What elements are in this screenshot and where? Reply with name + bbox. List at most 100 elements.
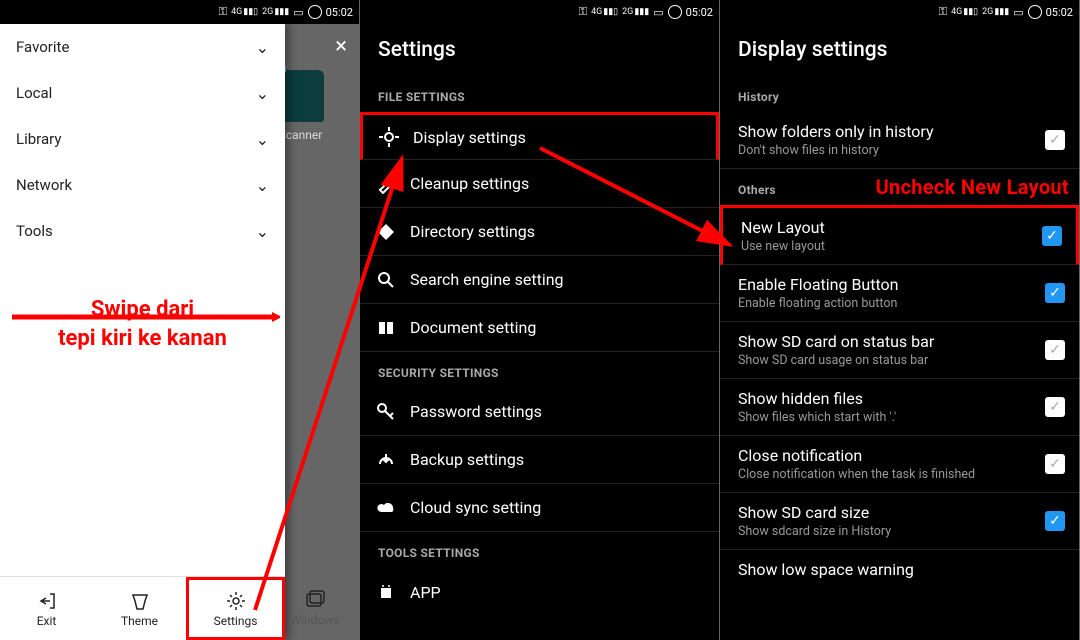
item-label: Backup settings [410, 450, 703, 469]
sd-size-row[interactable]: Show SD card size Show sdcard size in Hi… [720, 493, 1079, 550]
theme-icon [129, 590, 151, 612]
checkbox[interactable]: ✓ [1045, 130, 1065, 150]
item-label: APP [410, 583, 703, 602]
row-subtitle: Enable floating action button [738, 296, 1035, 311]
gear-icon [225, 590, 247, 612]
item-label: Cloud sync setting [410, 498, 703, 517]
low-space-row[interactable]: Show low space warning [720, 550, 1079, 589]
status-bar: ⚿ 4G▮▮▯ 2G▮▮▮ ▭ 05:02 [720, 0, 1079, 24]
directory-settings-item[interactable]: Directory settings [360, 208, 719, 256]
drawer-item-tools[interactable]: Tools ⌄ [0, 208, 285, 254]
item-label: Display settings [413, 128, 700, 147]
item-label: Cleanup settings [410, 174, 703, 193]
checkbox[interactable]: ✓ [1045, 454, 1065, 474]
bottom-label: Settings [214, 614, 258, 628]
row-subtitle: Show sdcard size in History [738, 524, 1035, 539]
checkbox[interactable]: ✓ [1042, 226, 1062, 246]
android-icon [376, 582, 396, 602]
new-layout-row[interactable]: New Layout Use new layout ✓ [720, 205, 1079, 265]
broom-icon [376, 174, 396, 194]
chevron-down-icon: ⌄ [256, 38, 269, 57]
item-label: Document setting [410, 318, 703, 337]
page-title: Settings [360, 24, 719, 76]
battery-icon: ▭ [293, 6, 303, 19]
phone-3: ⚿ 4G▮▮▯ 2G▮▮▮ ▭ 05:02 Display settings H… [720, 0, 1080, 640]
windows-button[interactable]: Windows [285, 576, 345, 640]
checkbox[interactable]: ✓ [1045, 511, 1065, 531]
row-title: Show hidden files [738, 389, 1035, 408]
bottom-label: Windows [290, 613, 339, 627]
close-notification-row[interactable]: Close notification Close notification wh… [720, 436, 1079, 493]
checkbox[interactable]: ✓ [1045, 397, 1065, 417]
navigation-drawer: Favorite ⌄ Local ⌄ Library ⌄ Network ⌄ T… [0, 24, 285, 640]
exit-icon [36, 590, 58, 612]
floating-button-row[interactable]: Enable Floating Button Enable floating a… [720, 265, 1079, 322]
backup-settings-item[interactable]: Backup settings [360, 436, 719, 484]
clock: 05:02 [326, 6, 353, 19]
drawer-item-local[interactable]: Local ⌄ [0, 70, 285, 116]
sd-statusbar-row[interactable]: Show SD card on status bar Show SD card … [720, 322, 1079, 379]
row-title: Enable Floating Button [738, 275, 1035, 294]
chevron-down-icon: ⌄ [256, 130, 269, 149]
item-label: Search engine setting [410, 270, 703, 289]
drawer-item-network[interactable]: Network ⌄ [0, 162, 285, 208]
display-settings-item[interactable]: Display settings [360, 112, 719, 160]
history-folders-row[interactable]: Show folders only in history Don't show … [720, 112, 1079, 169]
wifi-icon: ⚿ [579, 5, 587, 19]
page-title: Display settings [720, 24, 1079, 76]
settings-button[interactable]: Settings [186, 577, 285, 640]
wifi-icon: ⚿ [939, 5, 947, 19]
drawer-item-label: Favorite [16, 38, 69, 56]
search-engine-item[interactable]: Search engine setting [360, 256, 719, 304]
row-title: Close notification [738, 446, 1035, 465]
book-icon [376, 318, 396, 338]
drawer-item-label: Library [16, 130, 61, 148]
bottom-label: Theme [121, 614, 158, 628]
phone-1: ⚿ 4G▮▮▯ 2G▮▮▮ ▭ 05:02 × airdroid AutoInp… [0, 0, 360, 640]
signal-4g: 4G▮▮▯ [231, 7, 258, 17]
row-title: Show low space warning [738, 560, 1065, 579]
hidden-files-row[interactable]: Show hidden files Show files which start… [720, 379, 1079, 436]
status-bar: ⚿ 4G▮▮▯ 2G▮▮▮ ▭ 05:02 [0, 0, 359, 24]
theme-button[interactable]: Theme [93, 577, 186, 640]
row-subtitle: Don't show files in history [738, 143, 1035, 158]
gear-icon [379, 127, 399, 147]
wifi-icon: ⚿ [219, 5, 227, 19]
password-settings-item[interactable]: Password settings [360, 388, 719, 436]
cloud-sync-item[interactable]: Cloud sync setting [360, 484, 719, 532]
bottom-label: Exit [37, 614, 57, 628]
cloud-icon [376, 498, 396, 518]
drawer-bottom-bar: Exit Theme Settings [0, 576, 285, 640]
close-icon[interactable]: × [335, 34, 347, 59]
cleanup-settings-item[interactable]: Cleanup settings [360, 160, 719, 208]
section-header: SECURITY SETTINGS [360, 352, 719, 388]
chevron-down-icon: ⌄ [256, 84, 269, 103]
checkbox[interactable]: ✓ [1045, 340, 1065, 360]
exit-button[interactable]: Exit [0, 577, 93, 640]
uncheck-annotation: Uncheck New Layout [876, 175, 1069, 199]
key-icon [376, 402, 396, 422]
checkbox[interactable]: ✓ [1045, 283, 1065, 303]
row-title: New Layout [741, 218, 1032, 237]
circle-icon [308, 5, 322, 19]
windows-icon [304, 589, 326, 611]
drawer-item-favorite[interactable]: Favorite ⌄ [0, 24, 285, 70]
phone-2: ⚿ 4G▮▮▯ 2G▮▮▮ ▭ 05:02 Settings FILE SETT… [360, 0, 720, 640]
drawer-item-label: Local [16, 84, 52, 102]
swipe-annotation-text: Swipe dari tepi kiri ke kanan [10, 296, 275, 353]
search-icon [376, 270, 396, 290]
drawer-item-library[interactable]: Library ⌄ [0, 116, 285, 162]
row-title: Show SD card on status bar [738, 332, 1035, 351]
directory-icon [376, 222, 396, 242]
document-setting-item[interactable]: Document setting [360, 304, 719, 352]
chevron-down-icon: ⌄ [256, 176, 269, 195]
item-label: Directory settings [410, 222, 703, 241]
row-title: Show folders only in history [738, 122, 1035, 141]
signal-2g: 2G▮▮▮ [262, 7, 289, 17]
row-subtitle: Show files which start with '.' [738, 410, 1035, 425]
section-header: History [720, 76, 1079, 112]
row-subtitle: Show SD card usage on status bar [738, 353, 1035, 368]
drawer-item-label: Tools [16, 222, 53, 240]
app-item[interactable]: APP [360, 568, 719, 616]
backup-icon [376, 450, 396, 470]
